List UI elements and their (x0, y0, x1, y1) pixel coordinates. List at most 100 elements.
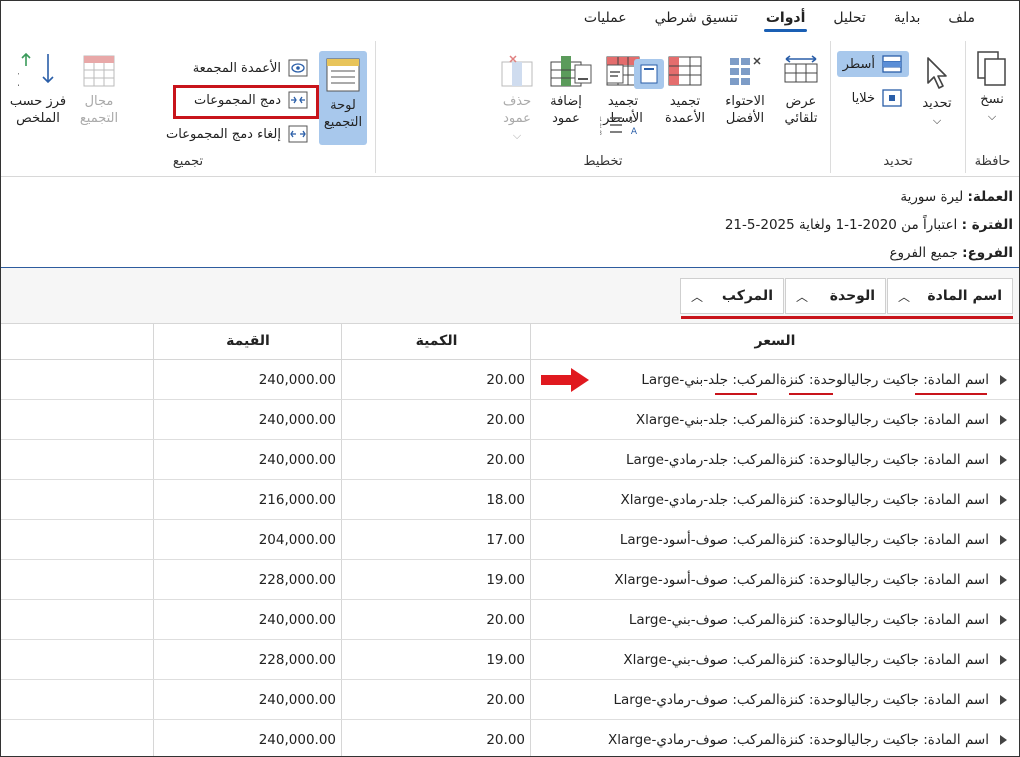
svg-text:A: A (631, 127, 638, 137)
ribbon-tabs: ملف بداية تحليل أدوات تنسيق شرطي عمليات (1, 1, 1019, 35)
report-info: العملة: ليرة سورية الفترة : اعتباراً من … (13, 183, 1013, 267)
grouping-panel-button[interactable]: لوحة التجميع (319, 51, 367, 145)
highlight-underline (681, 316, 1013, 319)
grouping-range-label: مجال التجميع (79, 94, 119, 126)
cell-price: اسم المادة: جاكيت رجاليالوحدة: كنزةالمرك… (613, 692, 989, 708)
table-row[interactable]: اسم المادة: جاكيت رجاليالوحدة: كنزةالمرك… (1, 480, 1019, 520)
period-line: الفترة : اعتباراً من 2020-1-1 ولغاية 202… (13, 211, 1013, 239)
app-window: ملف بداية تحليل أدوات تنسيق شرطي عمليات … (0, 0, 1020, 757)
sort-by-summary-button[interactable]: Σ فرز حسب الملخص (7, 51, 69, 127)
cell-quantity: 20.00 (486, 732, 525, 748)
align-bottom-icon (574, 64, 592, 84)
table-row[interactable]: اسم المادة: جاكيت رجاليالوحدة: كنزةالمرك… (1, 600, 1019, 640)
cell-value: 240,000.00 (258, 372, 336, 388)
chevron-down-icon: ⌵ (932, 114, 942, 127)
table-row[interactable]: اسم المادة: جاكيت رجاليالوحدة: كنزةالمرك… (1, 360, 1019, 400)
highlight-underline (789, 393, 833, 395)
column-header-value[interactable]: القيمة (154, 324, 342, 360)
tab-tools[interactable]: أدوات (752, 1, 820, 35)
cell-quantity: 19.00 (486, 652, 525, 668)
group-chip-item-name[interactable]: اسم المادة ︿ (887, 278, 1013, 314)
cell-price: اسم المادة: جاكيت رجاليالوحدة: كنزةالمرك… (614, 572, 989, 588)
currency-label: العملة: (967, 189, 1013, 205)
cell-price: اسم المادة: جاكيت رجاليالوحدة: كنزةالمرك… (607, 732, 989, 748)
text-wrap-button[interactable]: ABA (621, 113, 654, 137)
rows-label: أسطر (842, 56, 875, 72)
cell-price: اسم المادة: جاكيت رجاليالوحدة: كنزةالمرك… (619, 532, 989, 548)
line-numbers-button[interactable]: 123 (598, 113, 624, 137)
tab-analysis[interactable]: تحليل (819, 1, 879, 35)
select-cells-button[interactable]: خلايا (852, 87, 903, 109)
table-row[interactable]: اسم المادة: جاكيت رجاليالوحدة: كنزةالمرك… (1, 560, 1019, 600)
cell-price: اسم المادة: جاكيت رجاليالوحدة: كنزةالمرك… (620, 492, 989, 508)
auto-fit-icon (781, 51, 821, 91)
align-top-icon (640, 64, 658, 84)
chip-label: المركب (721, 288, 773, 304)
cell-quantity: 17.00 (486, 532, 525, 548)
tab-conditional-format[interactable]: تنسيق شرطي (641, 1, 752, 35)
select-button[interactable]: تحديد ⌵ (915, 53, 959, 129)
grouped-columns-button[interactable]: الأعمدة المجمعة (193, 57, 309, 79)
cell-value: 228,000.00 (258, 652, 336, 668)
table-row[interactable]: اسم المادة: جاكيت رجاليالوحدة: كنزةالمرك… (1, 680, 1019, 720)
freeze-columns-button[interactable]: تجميد الأعمدة (656, 51, 714, 127)
align-middle-button[interactable] (600, 59, 630, 89)
unmerge-groups-button[interactable]: إلغاء دمج المجموعات (166, 123, 309, 145)
unmerge-groups-label: إلغاء دمج المجموعات (166, 126, 281, 142)
rows-icon (881, 53, 903, 75)
tab-home[interactable]: بداية (880, 1, 935, 35)
group-select: تحديد ⌵ أسطر خلايا تحديد (830, 41, 965, 173)
table-row[interactable]: اسم المادة: جاكيت رجاليالوحدة: كنزةالمرك… (1, 640, 1019, 680)
best-fit-icon (725, 51, 765, 91)
sigma-sort-icon: Σ (18, 51, 58, 91)
copy-button[interactable]: نسخ ⌵ (971, 49, 1013, 125)
highlight-underline (715, 393, 757, 395)
line-numbers-icon: 123 (598, 116, 622, 137)
column-header-quantity[interactable]: الكمية (342, 324, 531, 360)
table-row[interactable]: اسم المادة: جاكيت رجاليالوحدة: كنزةالمرك… (1, 520, 1019, 560)
chip-label: الوحدة (829, 288, 875, 304)
tab-file[interactable]: ملف (934, 1, 989, 35)
group-chip-unit[interactable]: الوحدة ︿ (785, 278, 886, 314)
currency-value: ليرة سورية (900, 189, 964, 205)
select-rows-button[interactable]: أسطر (836, 51, 909, 77)
cell-value: 240,000.00 (258, 452, 336, 468)
chevron-up-icon: ︿ (898, 289, 911, 304)
tab-operations[interactable]: عمليات (570, 1, 641, 35)
cell-value: 240,000.00 (258, 612, 336, 628)
chevron-down-icon: ⌵ (987, 110, 997, 123)
svg-text:2: 2 (600, 123, 602, 130)
ribbon: نسخ ⌵ حافظة تحديد ⌵ أسطر خلايا تحديد عرض… (1, 35, 1019, 177)
group-clipboard: نسخ ⌵ حافظة (965, 41, 1019, 173)
cell-quantity: 20.00 (486, 372, 525, 388)
branches-label: الفروع: (962, 245, 1013, 261)
cell-value: 204,000.00 (258, 532, 336, 548)
group-label: حافظة (974, 154, 1011, 169)
auto-fit-button[interactable]: عرض تلقائي (776, 51, 826, 127)
cell-quantity: 20.00 (486, 692, 525, 708)
group-grouping: لوحة التجميع الأعمدة المجمعة دمج المجموع… (1, 41, 375, 173)
cell-quantity: 20.00 (486, 612, 525, 628)
add-column-label: إضافة عمود (550, 94, 582, 126)
cell-quantity: 19.00 (486, 572, 525, 588)
group-by-panel: اسم المادة ︿ الوحدة ︿ المركب ︿ (1, 268, 1019, 324)
column-header-price[interactable]: السعر (531, 324, 1019, 360)
group-chip-compound[interactable]: المركب ︿ (680, 278, 784, 314)
best-fit-button[interactable]: الاحتواء الأفضل (718, 51, 772, 127)
cell-price: اسم المادة: جاكيت رجاليالوحدة: كنزةالمرك… (635, 412, 989, 428)
highlight-box (173, 85, 319, 119)
grouping-range-button[interactable]: مجال التجميع (71, 51, 127, 127)
period-label: الفترة : (961, 217, 1013, 233)
table-row[interactable]: اسم المادة: جاكيت رجاليالوحدة: كنزةالمرك… (1, 440, 1019, 480)
grouping-range-icon (79, 51, 119, 91)
delete-column-button[interactable]: حذف عمود ⌵ (494, 51, 540, 144)
cell-quantity: 20.00 (486, 452, 525, 468)
chevron-down-icon: ⌵ (512, 129, 522, 142)
table-row[interactable]: اسم المادة: جاكيت رجاليالوحدة: كنزةالمرك… (1, 400, 1019, 440)
cell-value: 240,000.00 (258, 692, 336, 708)
align-bottom-button[interactable] (568, 59, 598, 89)
cells-label: خلايا (851, 90, 875, 106)
align-top-button[interactable] (634, 59, 664, 89)
cell-value: 240,000.00 (258, 732, 336, 748)
table-row[interactable]: اسم المادة: جاكيت رجاليالوحدة: كنزةالمرك… (1, 720, 1019, 756)
